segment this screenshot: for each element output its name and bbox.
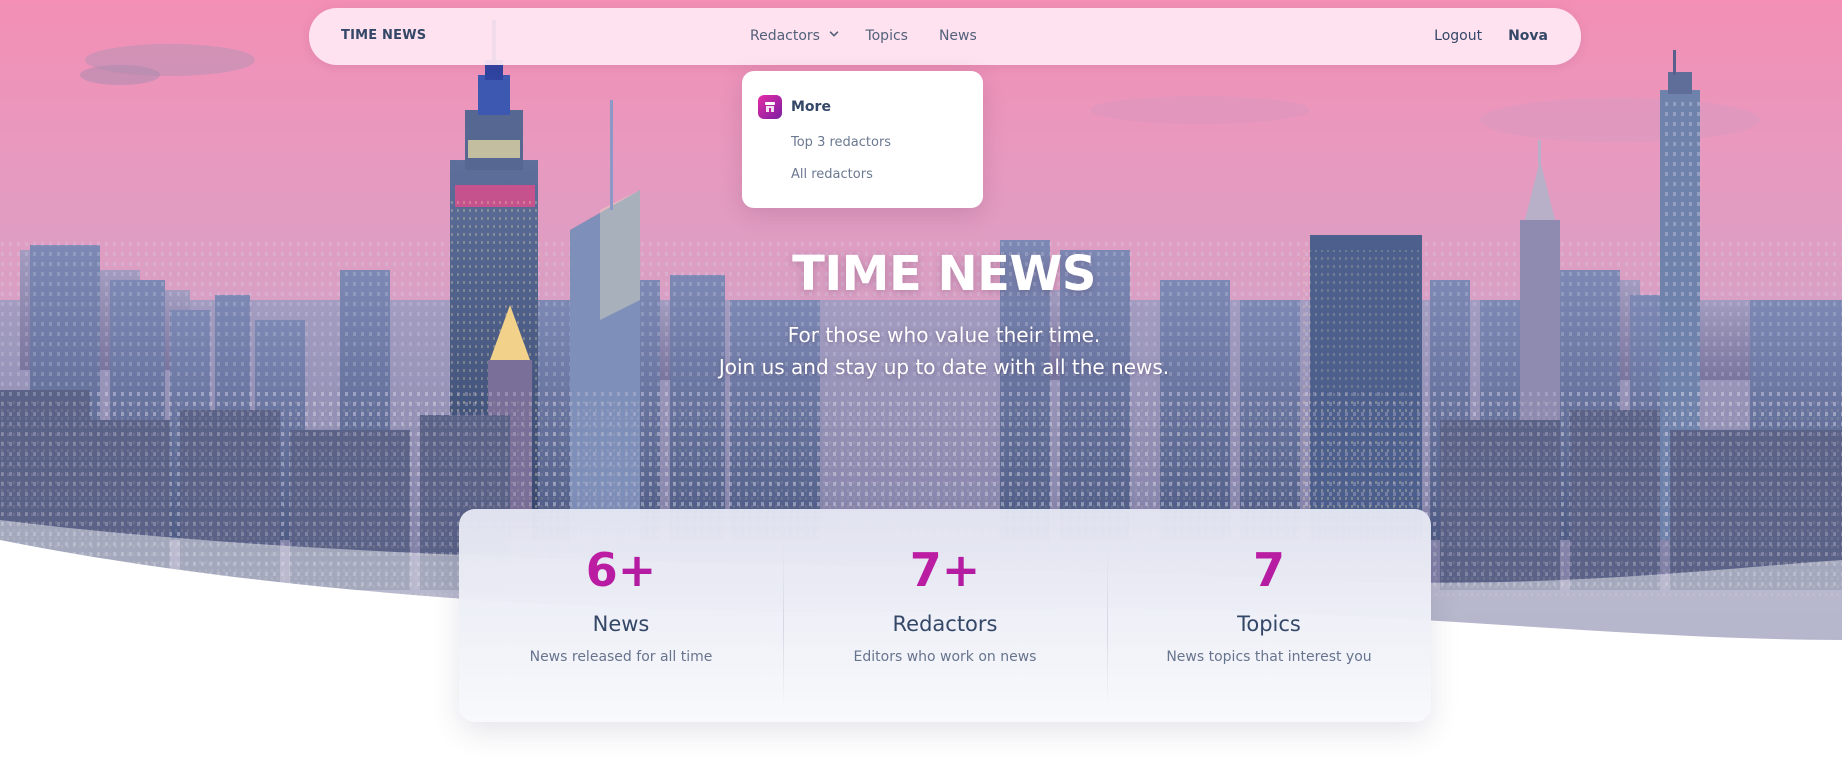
- stat-news: 6+ News News released for all time: [459, 509, 783, 722]
- user-nav: Logout Nova: [1434, 28, 1548, 44]
- stat-redactors: 7+ Redactors Editors who work on news: [783, 509, 1107, 722]
- hero-subtitle-line1: For those who value their time.: [787, 323, 1101, 347]
- stat-topics: 7 Topics News topics that interest you: [1107, 509, 1431, 722]
- nav-news-link[interactable]: News: [939, 28, 977, 44]
- logout-link[interactable]: Logout: [1434, 28, 1482, 44]
- hero-title: TIME NEWS: [792, 246, 1096, 302]
- stats-card: 6+ News News released for all time 7+ Re…: [459, 509, 1431, 722]
- chevron-down-icon: [830, 31, 839, 37]
- stat-news-label: News: [592, 612, 650, 636]
- stat-news-description: News released for all time: [529, 649, 713, 665]
- storefront-icon: [758, 95, 782, 119]
- top-navbar: TIME NEWS Redactors Topics News Logout N…: [309, 8, 1581, 65]
- nav-redactors-dropdown[interactable]: Redactors: [750, 28, 839, 44]
- hero-subtitle-line2: Join us and stay up to date with all the…: [718, 355, 1170, 379]
- main-nav: Redactors Topics News: [750, 28, 977, 44]
- nav-redactors-label: Redactors: [750, 28, 820, 44]
- dropdown-title: More: [791, 99, 831, 115]
- user-profile-link[interactable]: Nova: [1508, 28, 1548, 44]
- stat-news-value: 6+: [459, 542, 783, 598]
- stat-topics-label: Topics: [1237, 612, 1301, 636]
- stat-redactors-label: Redactors: [892, 612, 998, 636]
- stat-redactors-description: Editors who work on news: [853, 649, 1037, 665]
- brand-logo-link[interactable]: TIME NEWS: [341, 28, 426, 43]
- dropdown-item-top-redactors[interactable]: Top 3 redactors: [791, 135, 891, 150]
- nav-topics-link[interactable]: Topics: [865, 28, 908, 44]
- redactors-dropdown-menu: More Top 3 redactors All redactors: [742, 71, 983, 208]
- dropdown-header: More: [758, 95, 831, 119]
- stat-topics-description: News topics that interest you: [1166, 649, 1372, 665]
- stat-redactors-value: 7+: [783, 542, 1107, 598]
- stat-topics-value: 7: [1107, 542, 1431, 598]
- dropdown-item-all-redactors[interactable]: All redactors: [791, 167, 873, 182]
